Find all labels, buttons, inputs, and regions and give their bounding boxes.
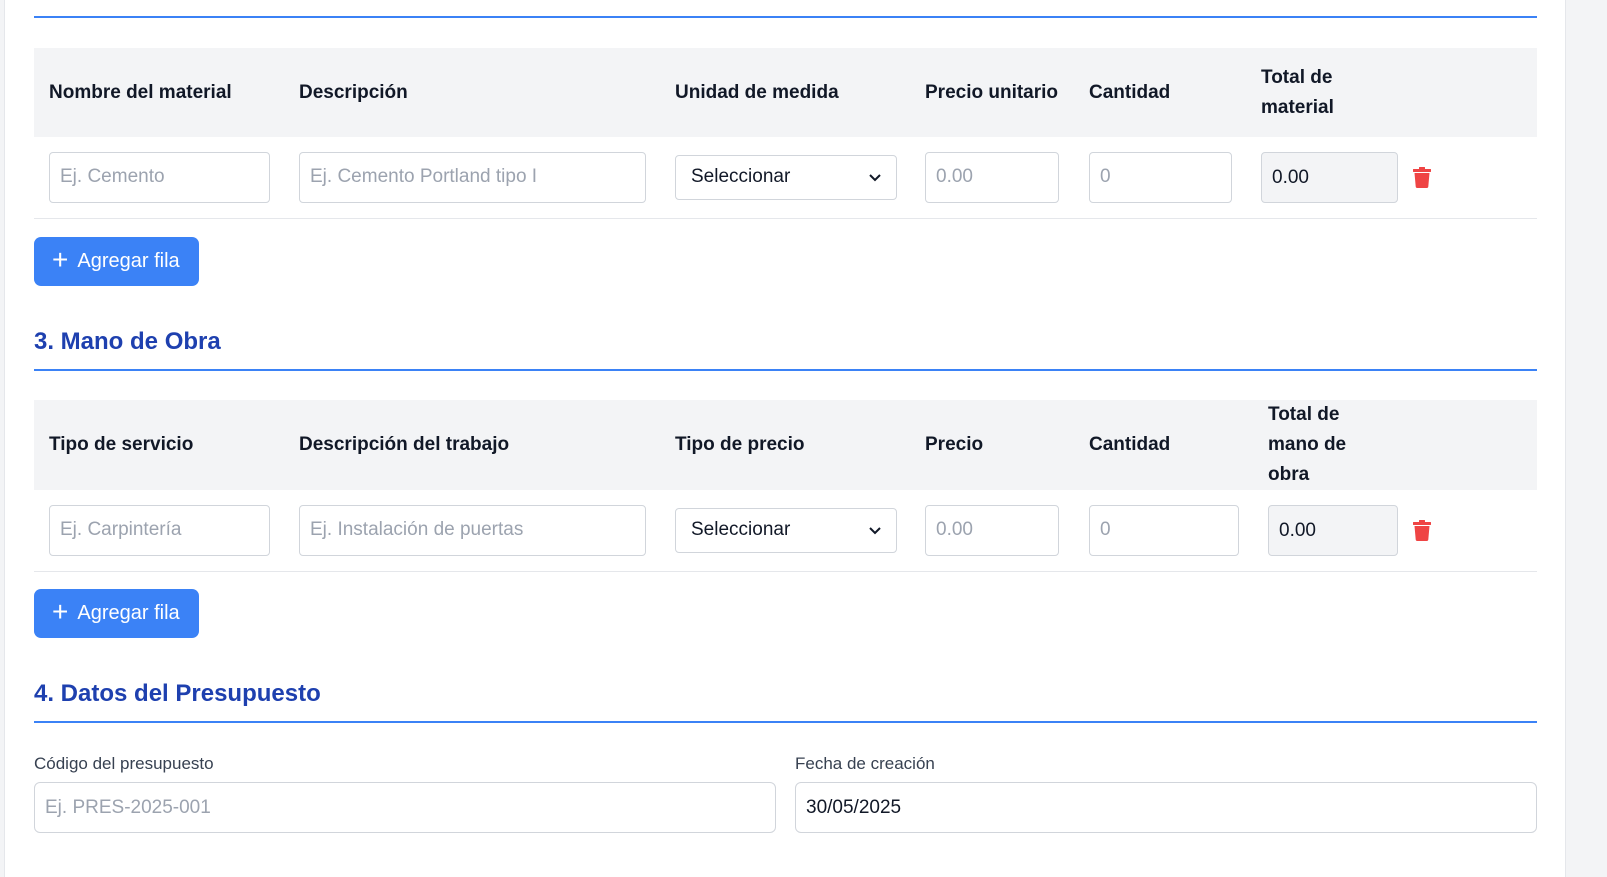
material-name-input[interactable] (49, 151, 270, 203)
header-price-type: Tipo de precio (675, 434, 805, 455)
plus-icon: + (52, 244, 69, 275)
section-divider (34, 369, 1537, 371)
trash-icon (1413, 166, 1431, 188)
delete-row-button[interactable] (1411, 166, 1522, 188)
material-description-input[interactable] (299, 151, 646, 203)
budget-code-label: Código del presupuesto (34, 754, 214, 773)
header-actions (1396, 48, 1537, 137)
chevron-down-icon (869, 522, 881, 538)
chevron-down-icon (869, 169, 881, 185)
creation-date-input[interactable] (795, 782, 1537, 833)
unit-select[interactable]: Seleccionar (675, 154, 897, 200)
header-unit: Unidad de medida (675, 81, 839, 103)
material-total-field: 0.00 (1261, 151, 1398, 203)
section-divider (34, 16, 1537, 18)
plus-icon: + (52, 596, 69, 627)
header-work-description: Descripción del trabajo (299, 434, 510, 455)
price-input[interactable] (925, 504, 1059, 556)
header-quantity: Cantidad (1089, 434, 1171, 455)
quantity-input[interactable] (1089, 504, 1239, 556)
section-title-budget: 4. Datos del Presupuesto (34, 680, 321, 707)
header-unit-price: Precio unitario (925, 81, 1059, 103)
materials-table: Nombre del material Descripción Unidad d… (34, 48, 1537, 219)
work-description-input[interactable] (299, 504, 646, 556)
header-material-total: Total de material (1261, 66, 1334, 118)
trash-icon (1413, 519, 1431, 541)
header-price: Precio (925, 434, 984, 455)
unit-select-value: Seleccionar (691, 166, 791, 188)
header-service-type: Tipo de servicio (49, 434, 194, 455)
section-divider (34, 721, 1537, 723)
materials-header-row: Nombre del material Descripción Unidad d… (34, 48, 1537, 137)
price-type-select-value: Seleccionar (691, 519, 791, 541)
add-material-row-button[interactable]: + Agregar fila (34, 237, 199, 286)
header-quantity: Cantidad (1089, 81, 1171, 103)
labor-total-field: 0.00 (1268, 504, 1398, 556)
section-title-labor: 3. Mano de Obra (34, 328, 221, 355)
table-row: Seleccionar 0.00 (34, 137, 1537, 218)
quantity-input[interactable] (1089, 151, 1232, 203)
unit-price-input[interactable] (925, 151, 1059, 203)
add-row-label: Agregar fila (77, 602, 180, 624)
creation-date-label: Fecha de creación (795, 754, 935, 773)
header-labor-total: Total de mano de obra (1268, 404, 1347, 485)
header-description: Descripción (299, 81, 408, 103)
price-type-select[interactable]: Seleccionar (675, 507, 897, 553)
budget-code-input[interactable] (34, 782, 776, 833)
add-row-label: Agregar fila (77, 250, 180, 272)
header-material-name: Nombre del material (49, 81, 232, 103)
delete-row-button[interactable] (1411, 519, 1522, 541)
labor-table: Tipo de servicio Descripción del trabajo… (34, 400, 1537, 572)
add-labor-row-button[interactable]: + Agregar fila (34, 589, 199, 638)
labor-header-row: Tipo de servicio Descripción del trabajo… (34, 400, 1537, 490)
header-actions (1396, 400, 1537, 490)
table-row: Seleccionar 0.00 (34, 490, 1537, 571)
service-type-input[interactable] (49, 504, 270, 556)
